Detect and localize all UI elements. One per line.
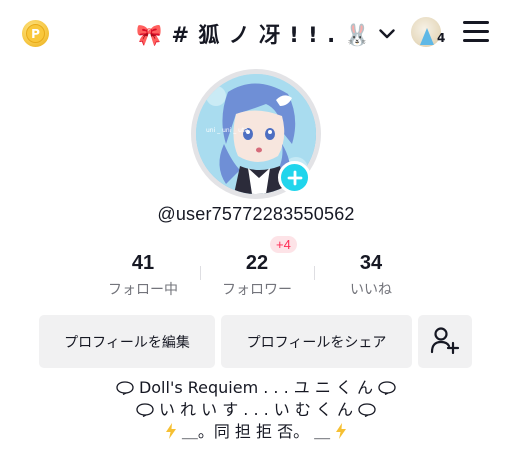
profile-bio: Doll's Requiem . . . ユ ニ く ん い れ い す . .… xyxy=(0,377,512,443)
plus-icon[interactable] xyxy=(278,161,311,194)
stat-label: フォロー中 xyxy=(108,282,178,298)
profile-avatar[interactable]: uni _ uni _ uta xyxy=(191,69,321,199)
chevron-down-icon xyxy=(376,23,398,45)
lightning-icon xyxy=(165,423,176,439)
stat-divider xyxy=(314,266,315,280)
stat-label: いいね xyxy=(350,282,392,298)
add-person-icon xyxy=(430,326,460,358)
stat-label: フォロワー xyxy=(222,282,292,298)
share-profile-button[interactable]: プロフィールをシェア xyxy=(221,315,412,368)
stat-value: 41 xyxy=(131,252,155,274)
speech-bubble-icon xyxy=(136,403,154,417)
new-followers-badge: +4 xyxy=(270,236,297,253)
add-friend-button[interactable] xyxy=(418,315,472,368)
svg-text:uni _ uni _ uta: uni _ uni _ uta xyxy=(206,127,248,134)
username-title: 🎀 # 狐 ノ 冴 ! ! . 🐰 xyxy=(136,23,372,47)
bio-text-1: Doll's Requiem . . . ユ ニ く ん xyxy=(138,378,374,397)
inbox-avatar-button[interactable]: 4 xyxy=(409,16,447,50)
inbox-count: 4 xyxy=(437,31,446,45)
account-switcher[interactable]: 🎀 # 狐 ノ 冴 ! ! . 🐰 xyxy=(136,18,398,50)
bio-text-2: い れ い す . . . い む く ん xyxy=(158,400,354,419)
stat-following[interactable]: 41 フォロー中 xyxy=(86,232,200,300)
lightning-icon xyxy=(336,423,347,439)
top-bar: P 🎀 # 狐 ノ 冴 ! ! . 🐰 4 xyxy=(0,0,512,66)
bio-line-2: い れ い す . . . い む く ん xyxy=(0,399,512,421)
speech-bubble-icon xyxy=(358,403,376,417)
bio-line-1: Doll's Requiem . . . ユ ニ く ん xyxy=(0,377,512,399)
hamburger-menu-icon[interactable] xyxy=(463,21,489,43)
stat-followers[interactable]: 22 フォロワー xyxy=(200,232,314,300)
stat-likes[interactable]: 34 いいね xyxy=(314,232,428,300)
stat-value: 22 xyxy=(245,252,269,274)
speech-bubble-icon xyxy=(116,381,134,395)
stat-value: 34 xyxy=(359,252,383,274)
stat-divider xyxy=(200,266,201,280)
speech-bubble-icon xyxy=(378,381,396,395)
coin-icon[interactable]: P xyxy=(22,20,49,47)
bio-line-3: ＿。同 担 拒 否。 ＿ xyxy=(0,421,512,443)
profile-handle: @user75772283550562 xyxy=(157,204,355,224)
edit-profile-button[interactable]: プロフィールを編集 xyxy=(39,315,215,368)
profile-stats: 41 フォロー中 22 フォロワー 34 いいね xyxy=(86,232,428,300)
bio-text-3: ＿。同 担 拒 否。 ＿ xyxy=(181,422,331,441)
